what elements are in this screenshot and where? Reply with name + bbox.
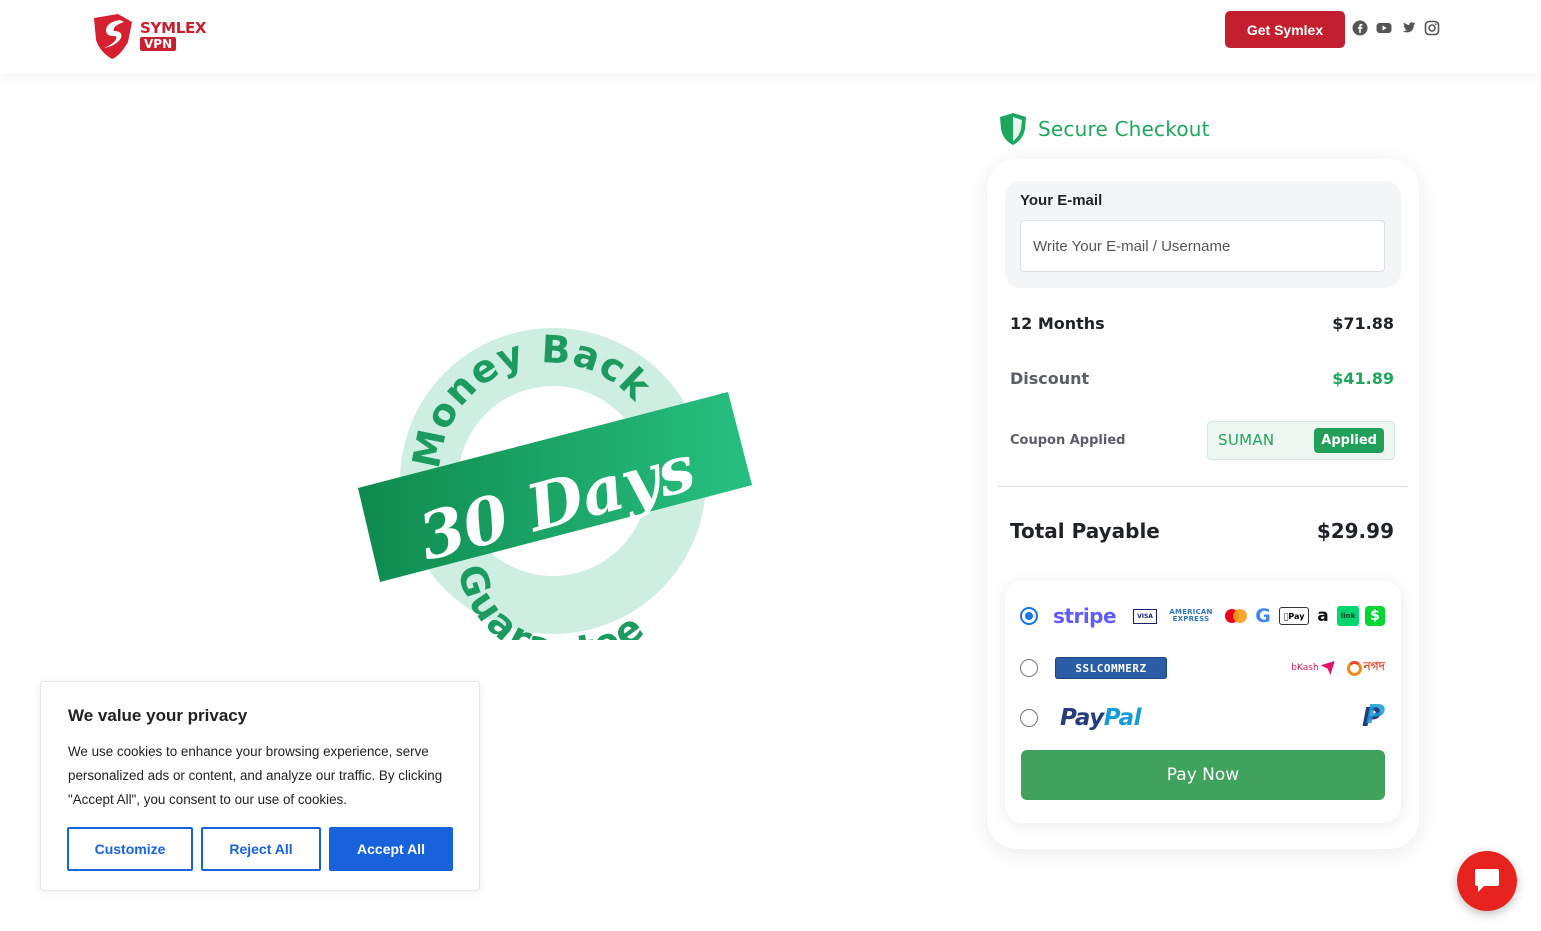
stripe-logo: stripe bbox=[1053, 604, 1117, 628]
symlex-logo[interactable]: SYMLEX VPN bbox=[90, 12, 206, 60]
discount-row: Discount $41.89 bbox=[1010, 369, 1394, 388]
paypal-p-icon: PP bbox=[1361, 700, 1385, 733]
paypal-radio[interactable] bbox=[1020, 709, 1038, 727]
site-header: SYMLEX VPN Get Symlex bbox=[0, 0, 1541, 74]
discount-label: Discount bbox=[1010, 369, 1090, 388]
checkout-card: Your E-mail 12 Months $71.88 Discount $4… bbox=[987, 159, 1419, 849]
reject-all-button[interactable]: Reject All bbox=[201, 827, 321, 871]
secure-checkout-header: Secure Checkout bbox=[998, 112, 1210, 146]
total-amount: $29.99 bbox=[1316, 519, 1394, 543]
payment-option-stripe[interactable]: stripe VISA AMERICAN EXPRESS G Pay a li… bbox=[1020, 599, 1385, 633]
amazon-pay-icon: a bbox=[1317, 606, 1329, 626]
social-links bbox=[1352, 20, 1440, 36]
coupon-label: Coupon Applied bbox=[1010, 433, 1126, 448]
chat-widget-button[interactable] bbox=[1457, 851, 1517, 911]
total-row: Total Payable $29.99 bbox=[1010, 519, 1394, 543]
cookie-title: We value your privacy bbox=[68, 706, 248, 725]
cookie-consent-banner: We value your privacy We use cookies to … bbox=[40, 681, 480, 891]
pay-now-button[interactable]: Pay Now bbox=[1021, 750, 1385, 800]
mastercard-icon bbox=[1225, 609, 1247, 623]
instagram-icon[interactable] bbox=[1424, 20, 1440, 36]
cash-app-icon: $ bbox=[1365, 606, 1385, 626]
stripe-card-brands: VISA AMERICAN EXPRESS G Pay a link $ bbox=[1133, 605, 1385, 627]
paypal-logo: PayPal bbox=[1060, 705, 1142, 731]
google-pay-icon: G bbox=[1255, 605, 1271, 627]
sslcommerz-logo: SSLCOMMERZ bbox=[1055, 657, 1167, 679]
discount-amount: $41.89 bbox=[1332, 369, 1394, 388]
youtube-icon[interactable] bbox=[1376, 20, 1392, 36]
total-label: Total Payable bbox=[1010, 519, 1160, 543]
divider bbox=[998, 486, 1407, 487]
apple-pay-icon: Pay bbox=[1279, 607, 1309, 625]
customize-button[interactable]: Customize bbox=[67, 827, 193, 871]
payment-option-paypal[interactable]: PayPal PP bbox=[1020, 700, 1385, 735]
secure-checkout-title: Secure Checkout bbox=[1038, 117, 1210, 141]
email-section: Your E-mail bbox=[1005, 181, 1401, 288]
chat-icon bbox=[1475, 869, 1499, 892]
plan-label: 12 Months bbox=[1010, 314, 1105, 333]
payment-methods: stripe VISA AMERICAN EXPRESS G Pay a li… bbox=[1005, 580, 1401, 823]
amex-icon: AMERICAN EXPRESS bbox=[1169, 608, 1213, 623]
email-label: Your E-mail bbox=[1020, 192, 1103, 209]
logo-subtitle: VPN bbox=[140, 36, 177, 51]
coupon-code: SUMAN bbox=[1218, 431, 1275, 449]
coupon-applied-badge: Applied bbox=[1314, 428, 1384, 453]
link-icon: link bbox=[1337, 606, 1359, 626]
shield-logo-icon bbox=[94, 14, 132, 59]
get-symlex-button[interactable]: Get Symlex bbox=[1225, 11, 1345, 48]
sslcommerz-radio[interactable] bbox=[1020, 659, 1038, 677]
cookie-description: We use cookies to enhance your browsing … bbox=[68, 744, 443, 807]
payment-option-sslcommerz[interactable]: SSLCOMMERZ bKash নগদ bbox=[1020, 651, 1385, 685]
stripe-radio[interactable] bbox=[1020, 607, 1038, 625]
twitter-icon[interactable] bbox=[1400, 20, 1416, 36]
email-input[interactable] bbox=[1020, 220, 1385, 272]
coupon-field[interactable]: SUMAN Applied bbox=[1207, 421, 1395, 460]
facebook-icon[interactable] bbox=[1352, 20, 1368, 36]
plan-price: $71.88 bbox=[1332, 314, 1394, 333]
bkash-icon: bKash bbox=[1291, 661, 1335, 675]
visa-icon: VISA bbox=[1133, 608, 1157, 624]
money-back-guarantee-badge: Money Back Guarantee 30 Days bbox=[358, 327, 752, 640]
plan-row: 12 Months $71.88 bbox=[1010, 314, 1394, 333]
nagad-icon: নগদ bbox=[1346, 658, 1385, 678]
accept-all-button[interactable]: Accept All bbox=[329, 827, 453, 871]
logo-title: SYMLEX bbox=[140, 18, 207, 37]
shield-check-icon bbox=[1000, 113, 1026, 145]
